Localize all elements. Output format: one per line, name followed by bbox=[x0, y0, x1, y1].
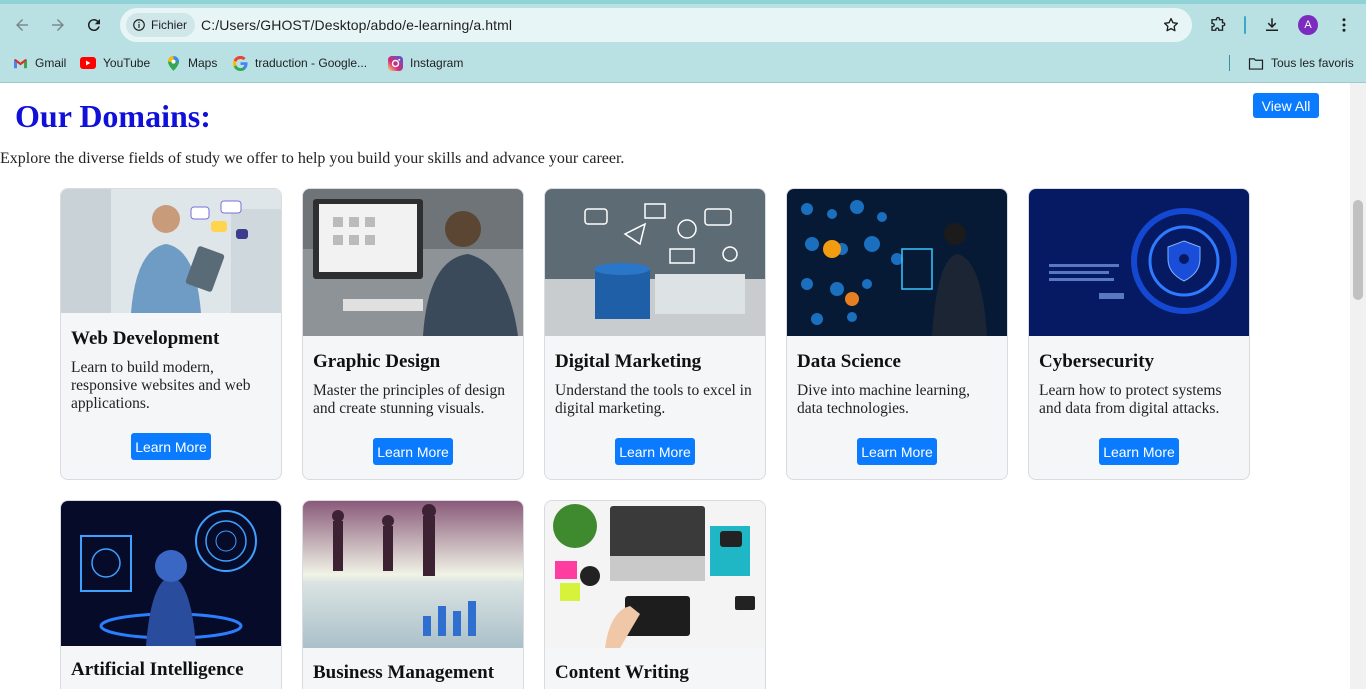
card-title: Digital Marketing bbox=[555, 351, 702, 372]
domain-card-data-science: Data Science Dive into machine learning,… bbox=[786, 188, 1008, 480]
tab-strip bbox=[0, 0, 1366, 4]
back-button[interactable] bbox=[8, 11, 36, 39]
domain-card-graphic-design: Graphic Design Master the principles of … bbox=[302, 188, 524, 480]
learn-more-button[interactable]: Learn More bbox=[615, 438, 695, 465]
section-title: Our Domains: bbox=[15, 98, 211, 134]
arrow-left-icon bbox=[16, 19, 28, 31]
bookmark-label: traduction - Google... bbox=[255, 56, 368, 70]
all-bookmarks-folder[interactable]: Tous les favoris bbox=[1248, 53, 1354, 73]
card-image bbox=[61, 501, 281, 646]
bookmark-instagram[interactable]: Instagram bbox=[387, 53, 463, 73]
reload-button[interactable] bbox=[80, 11, 108, 39]
card-title: Data Science bbox=[797, 351, 901, 372]
card-title: Web Development bbox=[71, 328, 220, 349]
folder-icon bbox=[1248, 55, 1264, 71]
bookmark-youtube[interactable]: YouTube bbox=[80, 53, 150, 73]
toolbar-divider bbox=[1244, 16, 1246, 34]
card-description: Learn how to protect systems and data fr… bbox=[1039, 382, 1222, 417]
card-image bbox=[303, 189, 523, 336]
page-scrollbar[interactable] bbox=[1350, 83, 1366, 689]
url-text[interactable]: C:/Users/GHOST/Desktop/abdo/e-learning/a… bbox=[201, 17, 512, 33]
address-bar[interactable]: Fichier C:/Users/GHOST/Desktop/abdo/e-le… bbox=[120, 8, 1192, 42]
kebab-menu-icon bbox=[1342, 18, 1346, 32]
bookmark-label: Maps bbox=[188, 56, 218, 70]
card-title: Cybersecurity bbox=[1039, 351, 1155, 372]
bookmark-maps[interactable]: Maps bbox=[165, 53, 217, 73]
bookmark-label: Tous les favoris bbox=[1271, 56, 1354, 70]
view-all-button[interactable]: View All bbox=[1253, 93, 1319, 118]
card-image bbox=[303, 501, 523, 648]
arrow-right-icon bbox=[52, 19, 64, 31]
card-image bbox=[787, 189, 1007, 336]
card-title: Graphic Design bbox=[313, 351, 441, 372]
puzzle-icon bbox=[1211, 16, 1226, 31]
domain-card-content-writing: Content Writing bbox=[544, 500, 766, 689]
card-description: Learn to build modern, responsive websit… bbox=[71, 359, 251, 412]
downloads-button[interactable] bbox=[1260, 13, 1284, 37]
card-title: Artificial Intelligence bbox=[71, 659, 244, 680]
bookmarks-bar: Gmail YouTube Maps traduction - Google..… bbox=[0, 50, 1366, 74]
instagram-icon bbox=[387, 55, 403, 71]
forward-button[interactable] bbox=[44, 11, 72, 39]
learn-more-button[interactable]: Learn More bbox=[131, 433, 211, 460]
bookmarks-divider bbox=[1229, 55, 1230, 71]
browser-menu-button[interactable] bbox=[1332, 13, 1356, 37]
section-description: Explore the diverse fields of study we o… bbox=[0, 150, 625, 167]
card-description: Master the principles of design and crea… bbox=[313, 382, 505, 417]
card-image bbox=[545, 189, 765, 336]
page-content: Our Domains: View All Explore the divers… bbox=[0, 83, 1350, 689]
bookmark-gmail[interactable]: Gmail bbox=[12, 53, 66, 73]
maps-pin-icon bbox=[165, 55, 181, 71]
learn-more-button[interactable]: Learn More bbox=[1099, 438, 1179, 465]
card-title: Content Writing bbox=[555, 662, 689, 683]
browser-toolbar: Fichier C:/Users/GHOST/Desktop/abdo/e-le… bbox=[0, 0, 1366, 83]
bookmark-label: YouTube bbox=[103, 56, 151, 70]
card-description: Understand the tools to excel in digital… bbox=[555, 382, 752, 417]
info-icon bbox=[133, 19, 145, 31]
domain-card-web-development: Web Development Learn to build modern, r… bbox=[60, 188, 282, 480]
learn-more-button[interactable]: Learn More bbox=[373, 438, 453, 465]
youtube-icon bbox=[80, 55, 96, 71]
card-image bbox=[61, 189, 281, 313]
learn-more-button[interactable]: Learn More bbox=[857, 438, 937, 465]
bookmark-star-icon[interactable] bbox=[1162, 16, 1180, 34]
google-g-icon bbox=[232, 55, 248, 71]
domain-card-digital-marketing: Digital Marketing Understand the tools t… bbox=[544, 188, 766, 480]
extensions-button[interactable] bbox=[1206, 13, 1230, 37]
download-icon bbox=[1266, 18, 1278, 31]
profile-avatar[interactable]: A bbox=[1298, 15, 1318, 35]
bookmark-label: Instagram bbox=[410, 56, 464, 70]
site-chip-label: Fichier bbox=[151, 18, 188, 32]
bookmark-translate[interactable]: traduction - Google... bbox=[232, 53, 367, 73]
domain-card-artificial-intelligence: Artificial Intelligence bbox=[60, 500, 282, 689]
gmail-icon bbox=[12, 55, 28, 71]
domain-card-cybersecurity: Cybersecurity Learn how to protect syste… bbox=[1028, 188, 1250, 480]
card-image bbox=[1029, 189, 1249, 336]
card-title: Business Management bbox=[313, 662, 495, 683]
bookmark-label: Gmail bbox=[35, 56, 67, 70]
domain-card-business-management: Business Management bbox=[302, 500, 524, 689]
scrollbar-thumb[interactable] bbox=[1353, 200, 1363, 300]
card-image bbox=[545, 501, 765, 648]
card-description: Dive into machine learning, data technol… bbox=[797, 382, 971, 417]
reload-icon bbox=[87, 19, 100, 32]
site-info-chip[interactable]: Fichier bbox=[126, 13, 196, 37]
